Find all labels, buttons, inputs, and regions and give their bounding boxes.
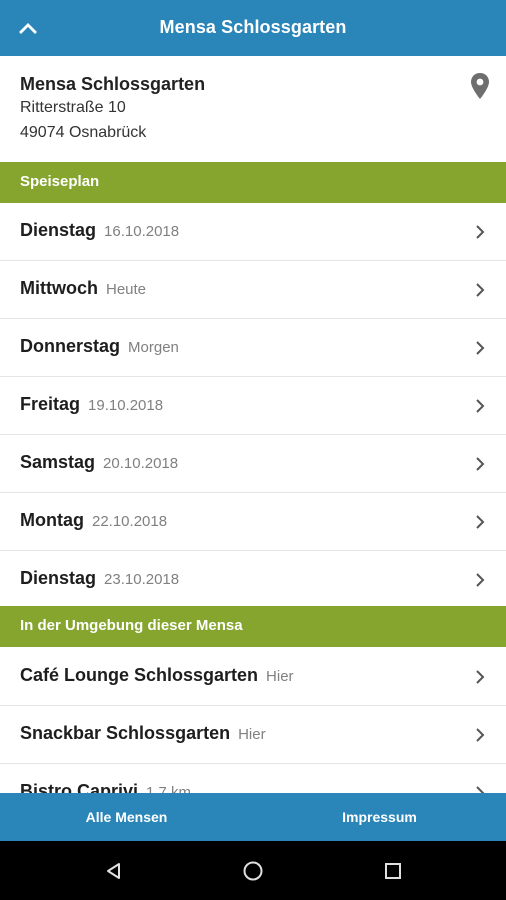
section-nearby: In der Umgebung dieser Mensa (0, 606, 506, 647)
day-label: Donnerstag (20, 336, 121, 356)
day-date: Morgen (128, 339, 179, 356)
back-triangle-icon (107, 863, 120, 879)
place-name: Bistro Caprivi (20, 781, 139, 793)
chevron-right-icon (476, 283, 485, 297)
list-item[interactable]: Dienstag 23.10.2018 (0, 551, 506, 608)
place-name: Snackbar Schlossgarten (20, 723, 231, 743)
recents-square-icon (385, 863, 401, 879)
section-title: In der Umgebung dieser Mensa (20, 617, 243, 634)
place-distance: 1,7 km (146, 784, 192, 793)
nav-recents-button[interactable] (379, 857, 407, 885)
list-item[interactable]: Café Lounge Schlossgarten Hier (0, 648, 506, 706)
chevron-right-icon (476, 457, 485, 471)
mensa-info: Mensa Schlossgarten Ritterstraße 10 4907… (0, 56, 506, 163)
day-date: 19.10.2018 (88, 397, 164, 414)
chevron-right-icon (476, 515, 485, 529)
mensa-name: Mensa Schlossgarten (20, 74, 206, 94)
place-distance: Hier (238, 726, 266, 743)
chevron-right-icon (476, 786, 485, 793)
chevron-right-icon (476, 399, 485, 413)
list-item[interactable]: Montag 22.10.2018 (0, 493, 506, 551)
place-distance: Hier (266, 668, 294, 685)
chevron-right-icon (476, 341, 485, 355)
day-label: Mittwoch (20, 278, 98, 298)
list-item[interactable]: Samstag 20.10.2018 (0, 435, 506, 493)
day-date: 20.10.2018 (103, 455, 179, 472)
app-bar: Mensa Schlossgarten (0, 0, 506, 56)
list-item[interactable]: Snackbar Schlossgarten Hier (0, 706, 506, 764)
day-list: Dienstag 16.10.2018 Mittwoch Heute Donners… (0, 203, 506, 608)
day-date: 16.10.2018 (104, 223, 180, 240)
day-label: Montag (20, 510, 84, 530)
page-title: Mensa Schlossgarten (159, 17, 347, 37)
section-title: Speiseplan (20, 173, 100, 190)
day-label: Samstag (20, 452, 96, 472)
day-label: Dienstag (20, 220, 97, 240)
list-item[interactable]: Mittwoch Heute (0, 261, 506, 319)
day-date: 22.10.2018 (91, 513, 168, 530)
map-pin-icon[interactable] (468, 72, 492, 100)
chevron-right-icon (476, 573, 485, 587)
place-name: Café Lounge Schlossgarten (20, 665, 259, 685)
day-label: Dienstag (20, 568, 97, 588)
home-circle-icon (243, 861, 263, 881)
nearby-list: Café Lounge Schlossgarten Hier Snackbar S… (0, 648, 506, 793)
nav-back-button[interactable] (100, 857, 128, 885)
system-nav-bar (0, 841, 506, 900)
impressum-button[interactable]: Impressum (253, 793, 506, 841)
nav-home-button[interactable] (239, 857, 267, 885)
day-date: Heute (106, 281, 147, 298)
section-speiseplan: Speiseplan (0, 162, 506, 203)
mensa-city: 49074 Osnabrück (20, 124, 147, 141)
mensa-street: Ritterstraße 10 (20, 99, 126, 116)
list-item[interactable]: Donnerstag Morgen (0, 319, 506, 377)
list-item[interactable]: Freitag 19.10.2018 (0, 377, 506, 435)
day-label: Freitag (20, 394, 81, 414)
list-item[interactable]: Dienstag 16.10.2018 (0, 203, 506, 261)
list-item[interactable]: Bistro Caprivi 1,7 km (0, 764, 506, 793)
day-date: 23.10.2018 (104, 571, 180, 588)
chevron-right-icon (476, 728, 485, 742)
chevron-right-icon (476, 670, 485, 684)
chevron-right-icon (476, 225, 485, 239)
bottom-bar: Alle Mensen Impressum (0, 793, 506, 841)
all-mensen-button[interactable]: Alle Mensen (0, 793, 253, 841)
